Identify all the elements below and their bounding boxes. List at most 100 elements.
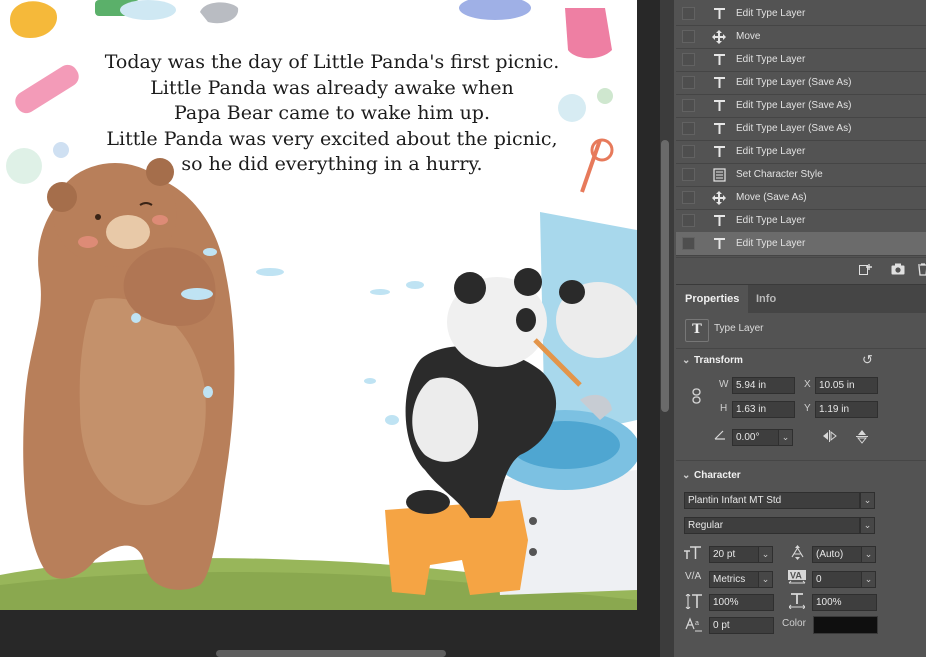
history-snapshot-checkbox[interactable] [682,7,695,20]
font-size-field[interactable]: 20 pt [709,546,760,563]
horizontal-scale-field[interactable]: 100% [812,594,877,611]
type-icon [710,237,728,250]
camera-icon[interactable] [891,263,905,278]
history-item-label: Edit Type Layer [736,8,806,19]
tracking-field[interactable]: 0 [812,571,863,588]
history-item-label: Edit Type Layer (Save As) [736,100,852,111]
history-snapshot-checkbox[interactable] [682,53,695,66]
bubble-a [6,148,42,184]
history-snapshot-checkbox[interactable] [682,214,695,227]
y-label: Y [804,403,811,414]
history-item[interactable]: Edit Type Layer (Save As) [676,117,926,141]
history-item[interactable]: Edit Type Layer (Save As) [676,71,926,95]
transform-section-header[interactable]: ⌄ Transform [682,355,743,366]
font-size-dropdown[interactable]: ⌄ [758,546,773,563]
type-icon [710,122,728,135]
font-style-select[interactable]: Regular [684,517,860,534]
horizontal-scrollbar-thumb[interactable] [216,650,446,657]
history-snapshot-checkbox[interactable] [682,145,695,158]
baseline-shift-field[interactable]: 0 pt [709,617,774,634]
font-size-icon [684,546,702,562]
history-item[interactable]: Move (Save As) [676,186,926,210]
y-position-field[interactable]: 1.19 in [815,401,878,418]
history-snapshot-checkbox[interactable] [682,191,695,204]
history-item-current[interactable]: Edit Type Layer [676,232,926,256]
type-icon [710,53,728,66]
history-item-label: Edit Type Layer (Save As) [736,123,852,134]
font-family-select[interactable]: Plantin Infant MT Std [684,492,860,509]
tab-properties[interactable]: Properties [676,285,749,313]
history-item-label: Move [736,31,761,42]
artboard[interactable]: Today was the day of Little Panda's firs… [0,0,637,610]
kerning-dropdown[interactable]: ⌄ [758,571,773,588]
type-icon [710,145,728,158]
transform-title: Transform [694,355,743,366]
history-item[interactable]: Move [676,25,926,49]
duck-toy [10,1,58,38]
reset-transform-icon[interactable]: ↺ [862,352,873,368]
rotation-angle-field[interactable]: 0.00° [732,429,779,446]
bubble-b [53,142,69,158]
rotation-angle-dropdown[interactable]: ⌄ [778,429,793,446]
chevron-down-icon: ⌄ [682,355,691,366]
type-layer-icon: T [685,319,709,342]
history-snapshot-checkbox[interactable] [682,30,695,43]
layer-kind-label: Type Layer [714,323,764,334]
flip-horizontal-icon[interactable] [822,430,837,445]
story-line: Today was the day of Little Panda's firs… [104,51,560,73]
tab-info[interactable]: Info [747,285,785,313]
angle-icon [714,429,726,443]
history-item[interactable]: Edit Type Layer [676,140,926,164]
width-field[interactable]: 5.94 in [732,377,795,394]
bear-muzzle [106,215,150,249]
history-snapshot-checkbox[interactable] [682,122,695,135]
properties-tab-bar: Properties Info [676,284,926,313]
new-document-from-state-icon[interactable] [859,263,873,279]
story-text-layer[interactable]: Today was the day of Little Panda's firs… [100,50,564,178]
document-canvas[interactable]: Today was the day of Little Panda's firs… [0,0,660,657]
story-line: Papa Bear came to wake him up. [173,102,491,125]
type-icon [710,76,728,89]
leading-field[interactable]: (Auto) [812,546,863,563]
history-item[interactable]: Set Character Style [676,163,926,187]
history-snapshot-checkbox[interactable] [682,99,695,112]
horizontal-scale-icon [788,593,806,612]
x-position-field[interactable]: 10.05 in [815,377,878,394]
bear-ear-left [47,182,77,212]
history-item[interactable]: Edit Type Layer [676,2,926,26]
trash-icon[interactable] [918,263,926,279]
font-style-dropdown[interactable]: ⌄ [860,517,875,534]
leading-dropdown[interactable]: ⌄ [861,546,876,563]
history-snapshot-checkbox[interactable] [682,168,695,181]
toothpaste-tube [15,64,79,114]
history-item-label: Edit Type Layer [736,54,806,65]
text-color-swatch[interactable] [813,616,878,634]
history-item-label: Edit Type Layer (Save As) [736,77,852,88]
history-item[interactable]: Edit Type Layer [676,48,926,72]
character-section-header[interactable]: ⌄ Character [682,470,741,481]
history-footer [676,257,926,282]
font-family-dropdown[interactable]: ⌄ [860,492,875,509]
height-field[interactable]: 1.63 in [732,401,795,418]
history-snapshot-checkbox[interactable] [682,237,695,250]
history-item-label: Edit Type Layer [736,146,806,157]
link-dimensions-icon[interactable] [692,388,701,407]
tracking-icon: VA [788,570,806,588]
flip-vertical-icon[interactable] [856,429,868,447]
history-item[interactable]: Edit Type Layer [676,209,926,233]
pink-cup [565,8,612,59]
vertical-scrollbar-thumb[interactable] [661,140,669,412]
history-snapshot-checkbox[interactable] [682,76,695,89]
story-line: Little Panda was very excited about the … [106,127,558,150]
move-icon [710,190,728,205]
move-icon [710,29,728,44]
type-icon [710,214,728,227]
history-item[interactable]: Edit Type Layer (Save As) [676,94,926,118]
svg-text:a: a [695,620,699,627]
history-item-label: Set Character Style [736,169,823,180]
tracking-dropdown[interactable]: ⌄ [861,571,876,588]
bubble-d [597,88,613,104]
kerning-field[interactable]: Metrics [709,571,760,588]
silver-shell [200,2,239,24]
vertical-scale-field[interactable]: 100% [709,594,774,611]
